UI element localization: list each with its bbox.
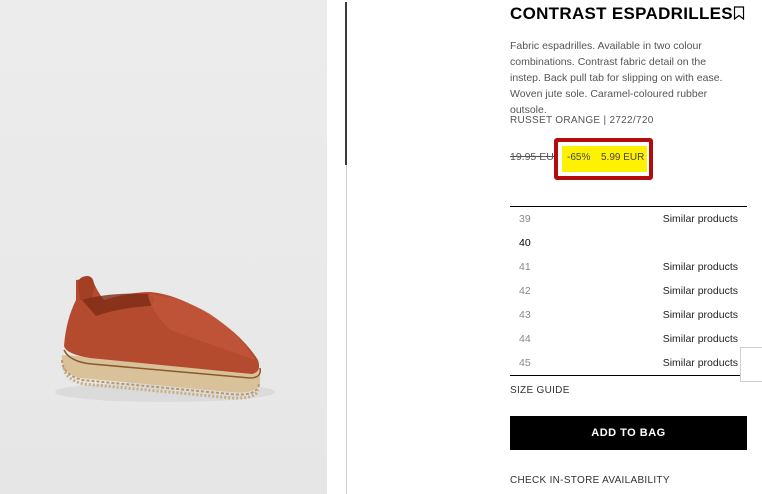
size-label: 43: [519, 309, 531, 321]
size-option[interactable]: 40: [510, 231, 747, 255]
size-label: 39: [519, 213, 531, 225]
similar-products-link[interactable]: Similar products: [663, 309, 738, 321]
bookmark-icon[interactable]: [733, 6, 745, 20]
size-option[interactable]: 44 Similar products: [510, 327, 747, 351]
similar-products-link[interactable]: Similar products: [663, 285, 738, 297]
size-option[interactable]: 43 Similar products: [510, 303, 747, 327]
size-option[interactable]: 45 Similar products: [510, 351, 747, 375]
similar-products-link[interactable]: Similar products: [663, 261, 738, 273]
similar-products-link[interactable]: Similar products: [663, 213, 738, 225]
divider-line: [346, 165, 347, 494]
espadrille-shoe-image: [55, 276, 275, 402]
product-title: CONTRAST ESPADRILLES: [510, 4, 733, 23]
similar-products-link[interactable]: Similar products: [663, 357, 738, 369]
product-image[interactable]: [0, 0, 327, 494]
size-label: 45: [519, 357, 531, 369]
size-option[interactable]: 42 Similar products: [510, 279, 747, 303]
size-label: 41: [519, 261, 531, 273]
size-label: 40: [519, 237, 531, 249]
add-to-bag-button[interactable]: ADD TO BAG: [510, 416, 747, 450]
similar-products-link[interactable]: Similar products: [663, 333, 738, 345]
size-selector: 39 Similar products 40 41 Similar produc…: [510, 206, 747, 376]
scrollbar-thumb[interactable]: [345, 2, 347, 165]
side-tab[interactable]: [740, 347, 762, 382]
size-label: 42: [519, 285, 531, 297]
size-option[interactable]: 41 Similar products: [510, 255, 747, 279]
size-guide-link[interactable]: SIZE GUIDE: [510, 385, 570, 396]
size-option[interactable]: 39 Similar products: [510, 207, 747, 231]
sale-price: 5.99 EUR: [601, 152, 645, 163]
check-store-availability-link[interactable]: CHECK IN-STORE AVAILABILITY: [510, 475, 670, 486]
discount-badge: -65%: [567, 152, 591, 163]
product-description: Fabric espadrilles. Available in two col…: [510, 40, 723, 116]
size-label: 44: [519, 333, 531, 345]
color-reference: RUSSET ORANGE | 2722/720: [510, 115, 654, 126]
